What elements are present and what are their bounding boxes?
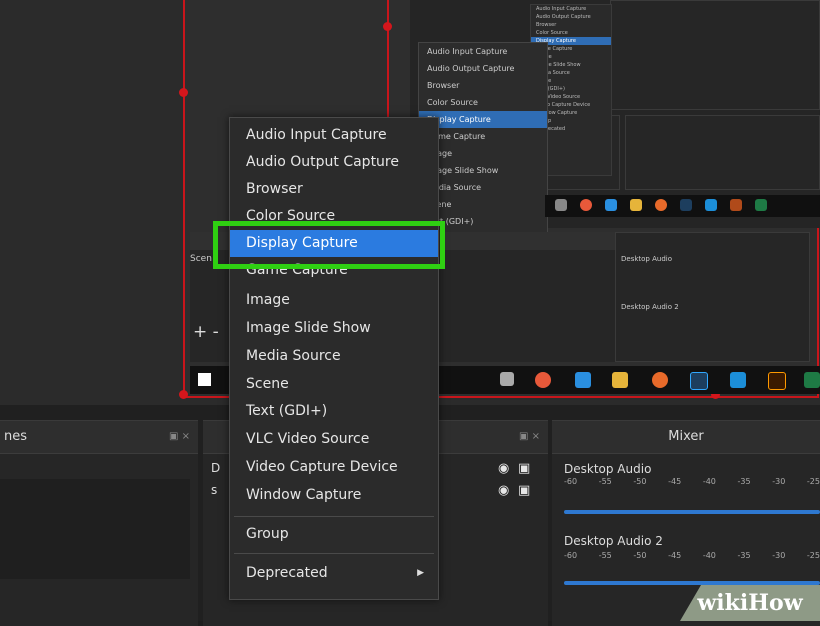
dock-float-close-icons[interactable]: ▣ × bbox=[519, 421, 540, 453]
menu-item-deprecated[interactable]: Deprecated ▶ bbox=[230, 560, 438, 587]
tick-label: -50 bbox=[633, 551, 647, 560]
add-source-context-menu: Audio Input Capture Audio Output Capture… bbox=[229, 117, 439, 600]
menu-separator bbox=[234, 516, 434, 517]
firefox-icon[interactable] bbox=[652, 372, 668, 388]
volume-slider[interactable] bbox=[564, 510, 820, 514]
mixer-track-label: Desktop Audio bbox=[564, 462, 652, 476]
scenes-dock-title: nes bbox=[4, 429, 28, 444]
mixer-tick-labels: -60 -55 -50 -45 -40 -35 -30 -25 bbox=[564, 551, 820, 560]
tick-label: -40 bbox=[702, 551, 716, 560]
tick-label: -35 bbox=[737, 477, 751, 486]
resize-handle[interactable] bbox=[383, 22, 392, 31]
small-menu-item: Audio Input Capture bbox=[427, 47, 508, 56]
tick-label: -55 bbox=[598, 551, 612, 560]
tick-label: -30 bbox=[772, 477, 786, 486]
tick-label: -45 bbox=[668, 551, 682, 560]
watermark-text: wikiHow bbox=[697, 590, 803, 616]
scenes-dock: nes ▣ × bbox=[0, 420, 198, 626]
nested-preview-panel bbox=[610, 0, 820, 110]
windows-start-icon[interactable] bbox=[198, 373, 211, 386]
frame-guide-line bbox=[387, 0, 389, 120]
nested-menu-item: Audio Output Capture bbox=[536, 14, 591, 20]
visibility-eye-icon[interactable]: ◉ bbox=[498, 461, 509, 476]
wikihow-watermark: wikiHow bbox=[680, 585, 820, 621]
menu-item-image[interactable]: Image bbox=[230, 287, 438, 314]
menu-item-window-capture[interactable]: Window Capture bbox=[230, 482, 438, 509]
menu-item-image-slide-show[interactable]: Image Slide Show bbox=[230, 315, 438, 342]
tick-label: -55 bbox=[598, 477, 612, 486]
tick-label: -35 bbox=[737, 551, 751, 560]
tick-label: -25 bbox=[806, 551, 820, 560]
scenes-dock-header: nes ▣ × bbox=[0, 421, 198, 454]
menu-item-audio-output-capture[interactable]: Audio Output Capture bbox=[230, 149, 438, 176]
chrome-icon bbox=[580, 199, 592, 211]
mixer-dock-title: Mixer bbox=[668, 429, 704, 444]
menu-item-media-source[interactable]: Media Source bbox=[230, 343, 438, 370]
excel-icon bbox=[755, 199, 767, 211]
add-remove-scene-buttons[interactable]: + - bbox=[193, 322, 219, 342]
submenu-arrow-icon: ▶ bbox=[417, 568, 424, 578]
lock-icon[interactable]: ▣ bbox=[518, 461, 530, 476]
small-menu-item: Color Source bbox=[427, 98, 478, 107]
small-menu-item: Browser bbox=[427, 81, 460, 90]
resize-handle[interactable] bbox=[179, 390, 188, 399]
illustrator-icon bbox=[730, 199, 742, 211]
nested-mixer-panel bbox=[625, 115, 820, 190]
menu-separator bbox=[234, 553, 434, 554]
firefox-icon bbox=[655, 199, 667, 211]
photoshop-icon bbox=[680, 199, 692, 211]
excel-icon[interactable] bbox=[804, 372, 820, 388]
resize-handle[interactable] bbox=[179, 88, 188, 97]
tick-label: -60 bbox=[564, 551, 578, 560]
source-item[interactable]: D bbox=[211, 461, 220, 475]
highlight-annotation bbox=[213, 221, 445, 269]
illustrator-icon[interactable] bbox=[768, 372, 786, 390]
folder-icon bbox=[630, 199, 642, 211]
nested-taskbar bbox=[545, 195, 820, 217]
taskview-icon bbox=[555, 199, 567, 211]
chrome-icon[interactable] bbox=[535, 372, 551, 388]
tick-label: -45 bbox=[668, 477, 682, 486]
nested-menu-item: Audio Input Capture bbox=[536, 6, 587, 12]
skype-icon[interactable] bbox=[730, 372, 746, 388]
nested-mixer: Desktop Audio Desktop Audio 2 bbox=[615, 232, 810, 362]
dock-float-close-icons[interactable]: ▣ × bbox=[169, 421, 190, 453]
volume-slider[interactable] bbox=[564, 581, 820, 585]
tick-label: -40 bbox=[702, 477, 716, 486]
scenes-list[interactable] bbox=[0, 479, 190, 579]
taskview-icon[interactable] bbox=[500, 372, 514, 386]
edge-icon[interactable] bbox=[575, 372, 591, 388]
tick-label: -25 bbox=[806, 477, 820, 486]
menu-item-group[interactable]: Group bbox=[230, 521, 438, 548]
tick-label: -30 bbox=[772, 551, 786, 560]
nested-menu-item: Color Source bbox=[536, 30, 568, 36]
nested-mixer-track: Desktop Audio bbox=[621, 255, 672, 263]
tick-label: -50 bbox=[633, 477, 647, 486]
folder-icon[interactable] bbox=[612, 372, 628, 388]
lock-icon[interactable]: ▣ bbox=[518, 483, 530, 498]
source-item[interactable]: s bbox=[211, 483, 217, 497]
mixer-track-label: Desktop Audio 2 bbox=[564, 534, 663, 548]
menu-item-video-capture-device[interactable]: Video Capture Device bbox=[230, 454, 438, 481]
edge-icon bbox=[605, 199, 617, 211]
nested-menu-item: Browser bbox=[536, 22, 557, 28]
skype-icon bbox=[705, 199, 717, 211]
mixer-tick-labels: -60 -55 -50 -45 -40 -35 -30 -25 bbox=[564, 477, 820, 486]
tick-label: -60 bbox=[564, 477, 578, 486]
menu-item-text-gdi[interactable]: Text (GDI+) bbox=[230, 398, 438, 425]
nested-scenes-label: Scen bbox=[190, 254, 212, 264]
menu-item-deprecated-label: Deprecated bbox=[246, 565, 328, 581]
mixer-dock-header: Mixer bbox=[552, 421, 820, 454]
menu-item-vlc-video-source[interactable]: VLC Video Source bbox=[230, 426, 438, 453]
menu-item-audio-input-capture[interactable]: Audio Input Capture bbox=[230, 122, 438, 149]
photoshop-icon[interactable] bbox=[690, 372, 708, 390]
nested-mixer-track: Desktop Audio 2 bbox=[621, 303, 679, 311]
visibility-eye-icon[interactable]: ◉ bbox=[498, 483, 509, 498]
menu-item-browser[interactable]: Browser bbox=[230, 176, 438, 203]
small-menu-item: Audio Output Capture bbox=[427, 64, 515, 73]
menu-item-scene[interactable]: Scene bbox=[230, 371, 438, 398]
